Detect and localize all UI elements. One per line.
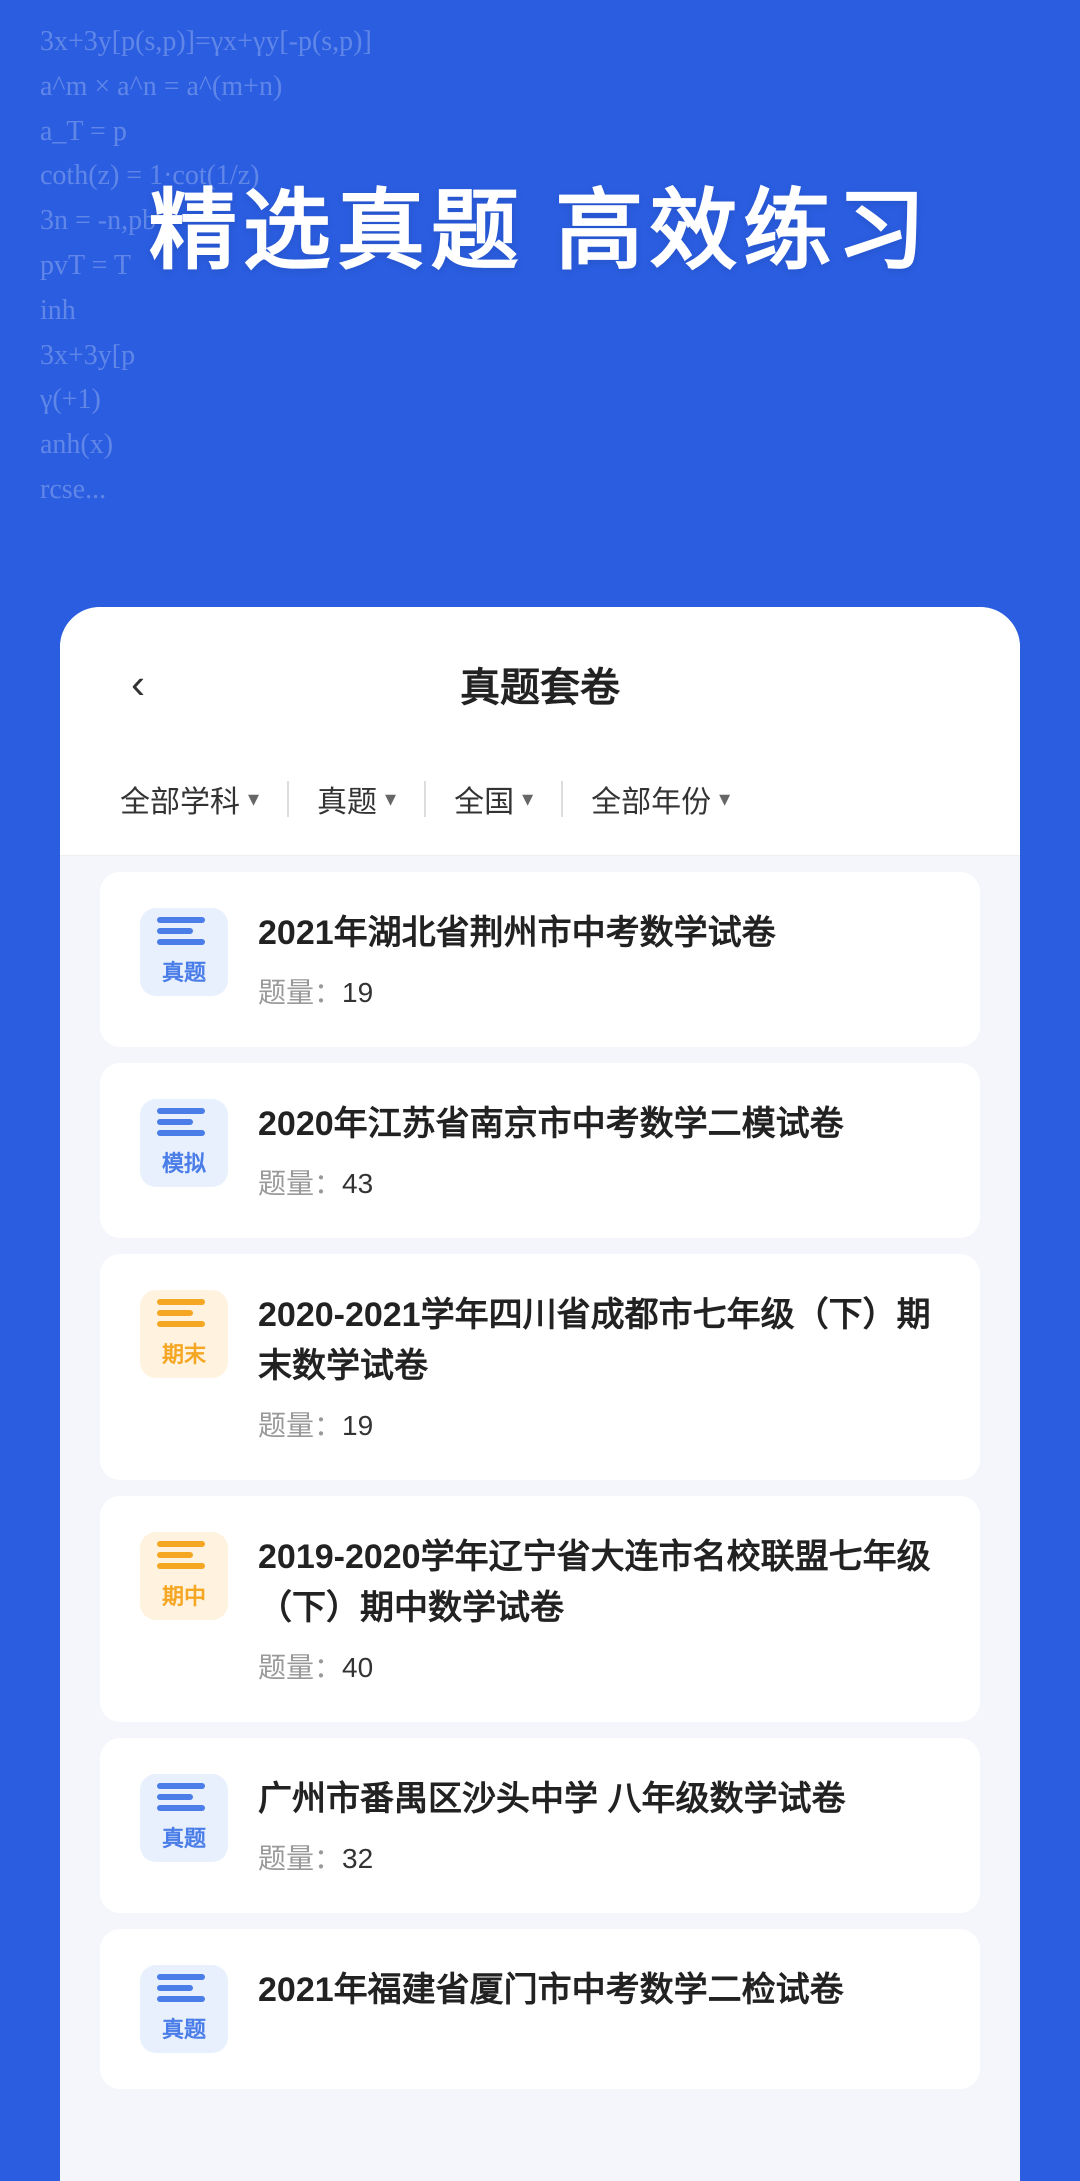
icon-line: [157, 1794, 193, 1800]
item-content-0: 2021年湖北省荆州市中考数学试卷 题量：19: [258, 908, 940, 1011]
icon-label-3: 期中: [162, 1579, 206, 1611]
item-meta-4: 题量：32: [258, 1837, 940, 1877]
filter-type[interactable]: 真题 ▾: [297, 767, 416, 831]
item-meta-0: 题量：19: [258, 971, 940, 1011]
main-card: ‹ 真题套卷 全部学科 ▾ 真题 ▾ 全国 ▾ 全部年份 ▾: [60, 607, 1020, 2181]
icon-line: [157, 1310, 193, 1316]
item-meta-1: 题量：43: [258, 1162, 940, 1202]
item-content-2: 2020-2021学年四川省成都市七年级（下）期末数学试卷 题量：19: [258, 1290, 940, 1444]
filter-year-label: 全部年份: [591, 777, 711, 821]
item-title-2: 2020-2021学年四川省成都市七年级（下）期末数学试卷: [258, 1290, 940, 1392]
item-icon-5: 真题: [140, 1965, 228, 2053]
filter-subject-arrow: ▾: [248, 786, 259, 812]
icon-line: [157, 1996, 205, 2002]
item-icon-1: 模拟: [140, 1099, 228, 1187]
item-title-4: 广州市番禺区沙头中学 八年级数学试卷: [258, 1774, 940, 1825]
filter-divider-1: [287, 781, 289, 817]
item-icon-0: 真题: [140, 908, 228, 996]
icon-lines-1: [157, 1108, 211, 1136]
list-item[interactable]: 真题 2021年福建省厦门市中考数学二检试卷: [100, 1929, 980, 2089]
filter-region-arrow: ▾: [522, 786, 533, 812]
item-title-1: 2020年江苏省南京市中考数学二模试卷: [258, 1099, 940, 1150]
filter-subject-label: 全部学科: [120, 777, 240, 821]
icon-line: [157, 1108, 205, 1114]
list-item[interactable]: 期中 2019-2020学年辽宁省大连市名校联盟七年级（下）期中数学试卷 题量：…: [100, 1496, 980, 1722]
filter-type-label: 真题: [317, 777, 377, 821]
icon-lines-2: [157, 1299, 211, 1327]
icon-line: [157, 917, 205, 923]
list-item[interactable]: 真题 2021年湖北省荆州市中考数学试卷 题量：19: [100, 872, 980, 1047]
back-icon: ‹: [131, 660, 145, 708]
icon-label-5: 真题: [162, 2012, 206, 2044]
card-header: ‹ 真题套卷: [60, 607, 1020, 743]
filter-year[interactable]: 全部年份 ▾: [571, 767, 750, 831]
filter-region[interactable]: 全国 ▾: [434, 767, 553, 831]
hero-title: 精选真题 高效练习: [0, 0, 1080, 287]
icon-line: [157, 1563, 205, 1569]
icon-line: [157, 1985, 193, 1991]
icon-line: [157, 1321, 205, 1327]
list-item[interactable]: 期末 2020-2021学年四川省成都市七年级（下）期末数学试卷 题量：19: [100, 1254, 980, 1480]
icon-line: [157, 1783, 205, 1789]
icon-line: [157, 928, 193, 934]
icon-lines-3: [157, 1541, 211, 1569]
item-content-3: 2019-2020学年辽宁省大连市名校联盟七年级（下）期中数学试卷 题量：40: [258, 1532, 940, 1686]
item-title-5: 2021年福建省厦门市中考数学二检试卷: [258, 1965, 940, 2016]
list-item[interactable]: 模拟 2020年江苏省南京市中考数学二模试卷 题量：43: [100, 1063, 980, 1238]
icon-line: [157, 1805, 205, 1811]
filter-type-arrow: ▾: [385, 786, 396, 812]
icon-line: [157, 1974, 205, 1980]
icon-lines-4: [157, 1783, 211, 1811]
back-button[interactable]: ‹: [110, 656, 166, 712]
item-meta-3: 题量：40: [258, 1646, 940, 1686]
item-title-3: 2019-2020学年辽宁省大连市名校联盟七年级（下）期中数学试卷: [258, 1532, 940, 1634]
item-icon-3: 期中: [140, 1532, 228, 1620]
filter-region-label: 全国: [454, 777, 514, 821]
item-title-0: 2021年湖北省荆州市中考数学试卷: [258, 908, 940, 959]
filter-subject[interactable]: 全部学科 ▾: [100, 767, 279, 831]
icon-line: [157, 1541, 205, 1547]
icon-line: [157, 1299, 205, 1305]
icon-label-1: 模拟: [162, 1146, 206, 1178]
item-icon-4: 真题: [140, 1774, 228, 1862]
icon-line: [157, 1552, 193, 1558]
item-icon-2: 期末: [140, 1290, 228, 1378]
item-content-4: 广州市番禺区沙头中学 八年级数学试卷 题量：32: [258, 1774, 940, 1877]
icon-label-4: 真题: [162, 1821, 206, 1853]
icon-lines-5: [157, 1974, 211, 2002]
item-meta-2: 题量：19: [258, 1404, 940, 1444]
filter-bar: 全部学科 ▾ 真题 ▾ 全国 ▾ 全部年份 ▾: [60, 743, 1020, 856]
filter-divider-2: [424, 781, 426, 817]
icon-line: [157, 1119, 193, 1125]
icon-label-0: 真题: [162, 955, 206, 987]
filter-year-arrow: ▾: [719, 786, 730, 812]
item-content-5: 2021年福建省厦门市中考数学二检试卷: [258, 1965, 940, 2028]
item-content-1: 2020年江苏省南京市中考数学二模试卷 题量：43: [258, 1099, 940, 1202]
page-title: 真题套卷: [166, 655, 914, 713]
icon-label-2: 期末: [162, 1337, 206, 1369]
list-item[interactable]: 真题 广州市番禺区沙头中学 八年级数学试卷 题量：32: [100, 1738, 980, 1913]
icon-line: [157, 1130, 205, 1136]
icon-line: [157, 939, 205, 945]
filter-divider-3: [561, 781, 563, 817]
icon-lines-0: [157, 917, 211, 945]
exam-list: 真题 2021年湖北省荆州市中考数学试卷 题量：19 模拟 2020年江苏省南京…: [60, 856, 1020, 2121]
